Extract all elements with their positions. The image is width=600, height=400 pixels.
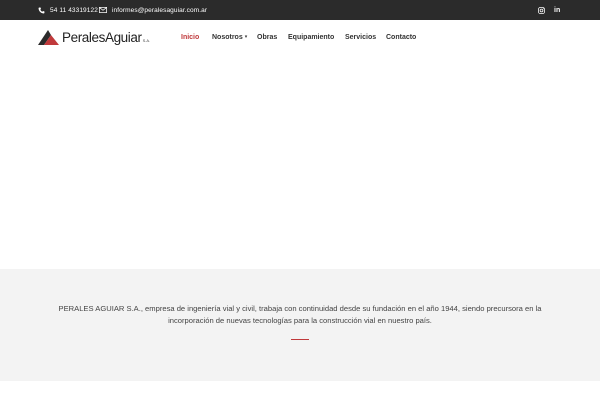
intro-section: PERALES AGUIAR S.A., empresa de ingenier… xyxy=(0,269,600,381)
hero-section xyxy=(0,54,600,269)
instagram-icon xyxy=(538,6,545,14)
nav-item-label: Obras xyxy=(257,33,278,41)
nav-item-inicio[interactable]: Inicio xyxy=(181,20,199,54)
linkedin-icon: in xyxy=(554,6,561,14)
instagram-link[interactable] xyxy=(538,0,545,20)
nav-item-contacto[interactable]: Contacto xyxy=(386,20,416,54)
nav-item-label: Inicio xyxy=(181,33,200,41)
site-logo[interactable]: PeralesAguiar S.A. xyxy=(38,20,150,54)
nav-item-label: Nosotros xyxy=(212,33,243,41)
intro-text-line-2: incorporación de nuevas tecnologías para… xyxy=(168,316,432,325)
nav-item-label: Servicios xyxy=(345,33,377,41)
nav-item-equipamiento[interactable]: Equipamiento xyxy=(288,20,334,54)
linkedin-link[interactable]: in xyxy=(554,0,560,20)
nav-item-obras[interactable]: Obras xyxy=(257,20,277,54)
site-header: PeralesAguiar S.A. Inicio Nosotros ▾ Obr… xyxy=(0,20,600,54)
nav-item-nosotros[interactable]: Nosotros ▾ xyxy=(212,20,247,54)
nav-item-label: Contacto xyxy=(386,33,417,41)
phone-icon xyxy=(38,7,45,13)
phone-number[interactable]: 54 11 43319122 xyxy=(50,7,98,14)
logo-wordmark: PeralesAguiar xyxy=(62,29,142,45)
intro-text: PERALES AGUIAR S.A., empresa de ingenier… xyxy=(40,303,560,327)
logo-suffix: S.A. xyxy=(142,37,151,43)
chevron-down-icon: ▾ xyxy=(244,34,248,40)
email-contact[interactable]: informes@peralesaguiar.com.ar xyxy=(99,0,207,20)
intro-text-line-1: PERALES AGUIAR S.A., empresa de ingenier… xyxy=(58,304,542,313)
nav-item-servicios[interactable]: Servicios xyxy=(345,20,376,54)
top-contact-bar: 54 11 43319122 informes@peralesaguiar.co… xyxy=(0,0,600,20)
phone-contact[interactable]: 54 11 43319122 xyxy=(38,0,98,20)
next-section xyxy=(0,381,600,400)
envelope-icon xyxy=(99,7,107,13)
email-address[interactable]: informes@peralesaguiar.com.ar xyxy=(112,7,207,14)
nav-item-label: Equipamiento xyxy=(288,33,335,41)
accent-divider xyxy=(291,339,309,340)
logo-mark-icon xyxy=(38,29,59,45)
